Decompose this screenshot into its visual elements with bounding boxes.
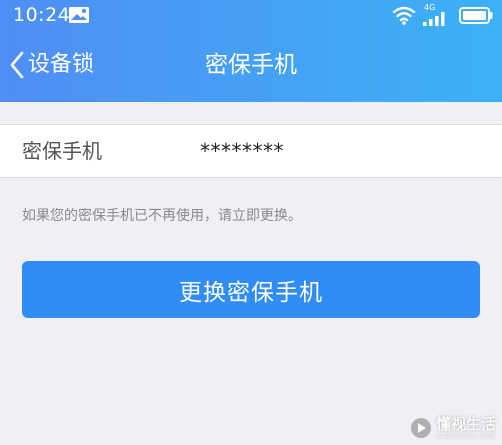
watermark-subtext: 51DONGSHI.COM — [435, 433, 495, 440]
status-time: 10:24 — [13, 4, 71, 26]
wifi-icon — [392, 5, 416, 29]
page-title: 密保手机 — [205, 52, 297, 78]
status-bar: 10:24 4G — [0, 0, 502, 30]
image-notification-icon — [68, 6, 90, 28]
watermark-text: 懂视生活 — [435, 415, 496, 433]
change-security-phone-button[interactable]: 更换密保手机 — [22, 261, 480, 318]
watermark: 懂视生活 51DONGSHI.COM — [410, 415, 496, 441]
change-phone-hint: 如果您的密保手机已不再使用，请立即更换。 — [22, 208, 302, 224]
signal-icon — [423, 11, 449, 30]
security-phone-value: ******** — [200, 139, 284, 163]
app-header: 10:24 4G 设备锁 密保手机 — [0, 0, 502, 102]
battery-icon — [459, 7, 493, 28]
nav-bar: 设备锁 密保手机 — [0, 38, 502, 92]
security-phone-row: 密保手机 ******** — [0, 124, 502, 178]
watermark-logo-icon — [410, 417, 432, 439]
security-phone-label: 密保手机 — [22, 139, 102, 163]
